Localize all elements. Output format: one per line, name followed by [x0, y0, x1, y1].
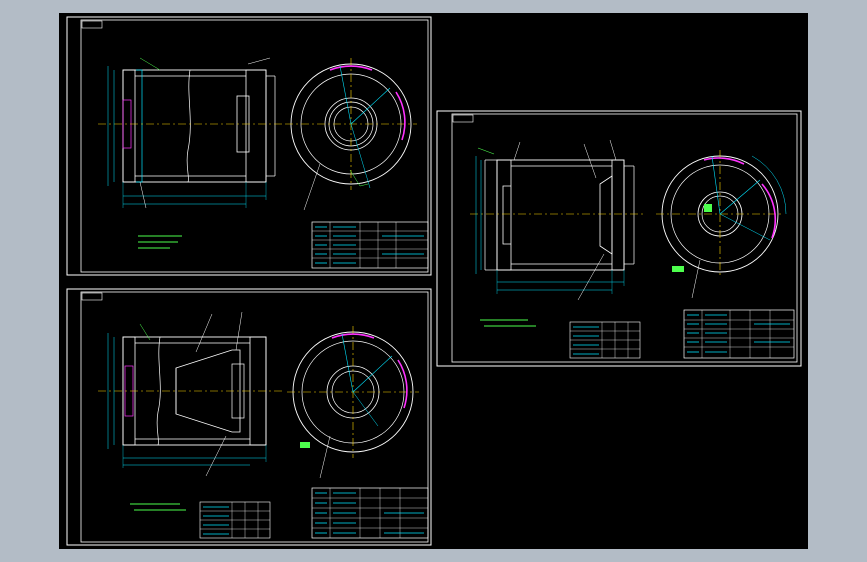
cad-drawing-viewport[interactable] [0, 0, 867, 562]
